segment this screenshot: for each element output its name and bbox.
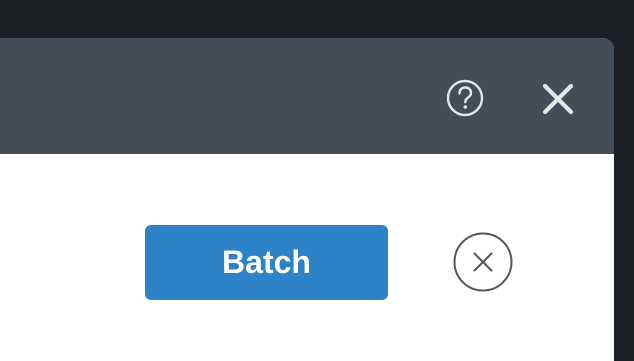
dialog-header	[0, 38, 614, 154]
batch-button[interactable]: Batch	[145, 225, 388, 300]
dialog-window: Batch	[0, 38, 614, 361]
dialog-body: Batch	[0, 154, 614, 361]
screen: Batch	[0, 0, 634, 361]
window-edge	[614, 0, 634, 361]
close-icon[interactable]	[541, 82, 575, 116]
remove-circle-x-icon[interactable]	[452, 231, 514, 293]
help-icon[interactable]	[445, 78, 485, 118]
